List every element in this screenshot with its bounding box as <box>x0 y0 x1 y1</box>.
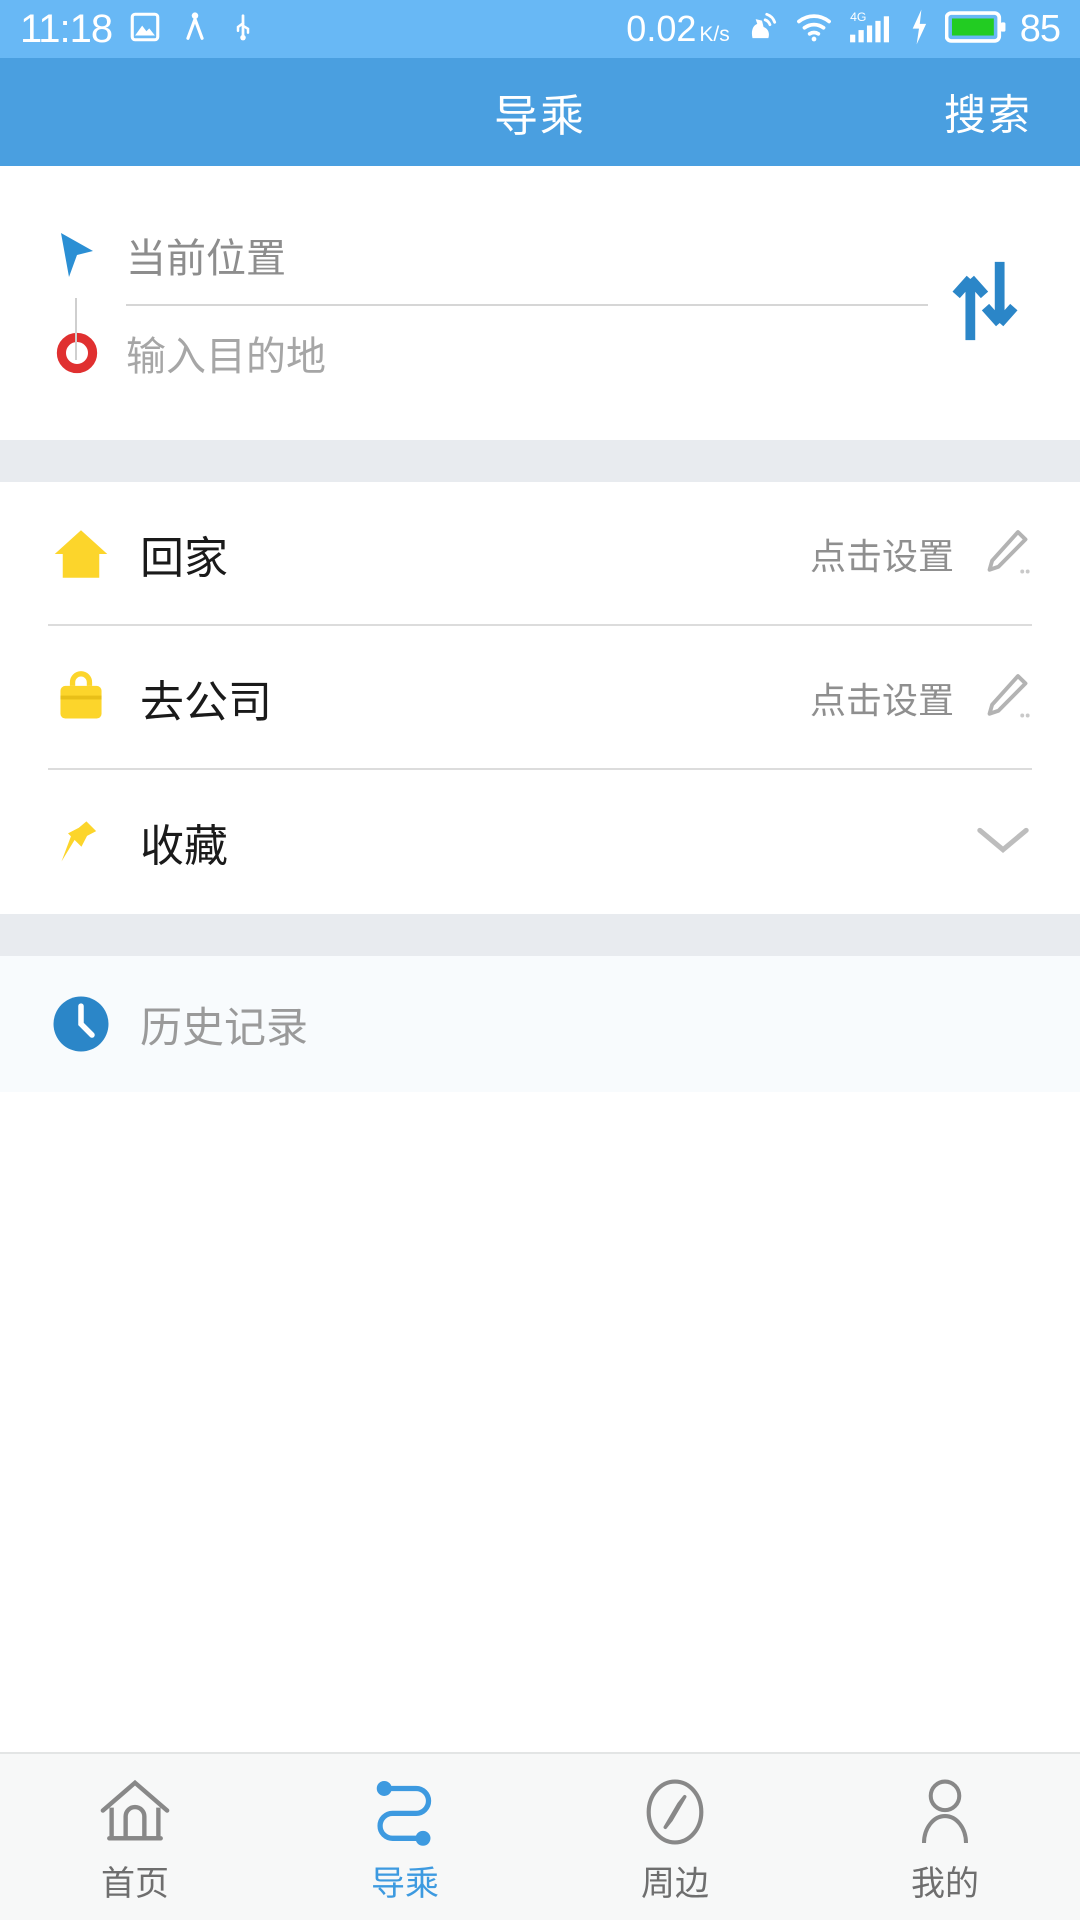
navigation-arrow-icon <box>48 228 106 282</box>
clock-icon <box>48 991 114 1057</box>
swap-endpoints-button[interactable] <box>930 248 1040 358</box>
pencil-edit-icon[interactable] <box>980 526 1032 583</box>
search-button[interactable]: 搜索 <box>944 82 1032 143</box>
app-header: 导乘 搜索 <box>0 58 1080 166</box>
usb-icon <box>228 10 258 49</box>
route-input-panel: 当前位置 输入目的地 <box>0 166 1080 440</box>
route-field-divider <box>126 304 928 306</box>
shortcut-label: 收藏 <box>140 822 228 871</box>
page-title: 导乘 <box>494 92 586 141</box>
person-icon <box>910 1770 980 1848</box>
shortcut-actions <box>948 819 1032 866</box>
status-time: 11:18 <box>20 7 113 51</box>
tab-label: 首页 <box>101 1864 169 1903</box>
battery-level: 85 <box>1019 8 1061 50</box>
route-path-icon <box>369 1770 441 1848</box>
shortcut-hint: 点击设置 <box>809 680 954 721</box>
shortcut-row-home[interactable]: 回家 点击设置 <box>0 482 1080 626</box>
app-root: 11:18 0.02 K/s 4G 85 导乘 搜索 当前位置 输入目的地 回家… <box>0 0 1080 1920</box>
touch-assist-icon <box>743 8 781 51</box>
network-speed: 0.02 K/s <box>626 11 729 47</box>
svg-text:4G: 4G <box>850 9 866 23</box>
chevron-down-icon[interactable] <box>974 819 1032 866</box>
home-outline-icon <box>97 1770 173 1848</box>
status-bar: 11:18 0.02 K/s 4G 85 <box>0 0 1080 58</box>
route-rows: 当前位置 输入目的地 <box>0 206 1080 402</box>
image-icon <box>128 10 162 49</box>
tab-home[interactable]: 首页 <box>0 1754 270 1920</box>
wifi-icon <box>794 8 834 51</box>
tab-profile[interactable]: 我的 <box>810 1754 1080 1920</box>
sharing-icon <box>178 10 212 49</box>
tab-navigate[interactable]: 导乘 <box>270 1754 540 1920</box>
shortcut-actions: 点击设置 <box>810 526 1032 583</box>
network-speed-unit: K/s <box>699 23 730 46</box>
shortcut-row-company[interactable]: 去公司 点击设置 <box>0 626 1080 770</box>
status-bar-left: 11:18 <box>20 9 258 49</box>
network-speed-value: 0.02 <box>626 8 697 49</box>
section-spacer-bottom <box>0 914 1080 956</box>
bottom-tab-bar: 首页 导乘 周边 我的 <box>0 1752 1080 1920</box>
swap-vertical-icon <box>948 257 1022 350</box>
tab-nearby[interactable]: 周边 <box>540 1754 810 1920</box>
origin-input[interactable]: 当前位置 <box>126 226 930 284</box>
history-row[interactable]: 历史记录 <box>0 956 1080 1092</box>
section-spacer-top <box>0 440 1080 482</box>
content-empty-area <box>0 1092 1080 1752</box>
charging-bolt-icon <box>906 8 932 51</box>
signal-4g-icon: 4G <box>847 7 893 52</box>
home-house-icon <box>48 524 114 584</box>
shortcut-list: 回家 点击设置 去公司 点击设置 收藏 <box>0 482 1080 914</box>
destination-circle-icon <box>48 331 106 375</box>
pin-star-icon <box>48 816 114 868</box>
tab-label: 周边 <box>641 1864 709 1903</box>
shortcut-label: 去公司 <box>140 678 272 727</box>
tab-label: 导乘 <box>371 1864 439 1903</box>
shortcut-actions: 点击设置 <box>810 670 1032 727</box>
battery-icon <box>944 9 1007 50</box>
pencil-edit-icon[interactable] <box>980 670 1032 727</box>
status-bar-right: 0.02 K/s 4G 85 <box>626 7 1061 52</box>
history-label: 历史记录 <box>140 1003 309 1051</box>
shortcut-row-favorites[interactable]: 收藏 <box>0 770 1080 914</box>
compass-icon <box>639 1770 711 1848</box>
destination-input[interactable]: 输入目的地 <box>126 324 930 382</box>
route-connector-line <box>75 298 77 360</box>
destination-row[interactable]: 输入目的地 <box>0 304 1080 402</box>
shortcut-label: 回家 <box>140 534 228 583</box>
briefcase-icon <box>48 669 114 727</box>
origin-row[interactable]: 当前位置 <box>0 206 1080 304</box>
tab-label: 我的 <box>911 1864 979 1903</box>
shortcut-hint: 点击设置 <box>809 536 954 577</box>
